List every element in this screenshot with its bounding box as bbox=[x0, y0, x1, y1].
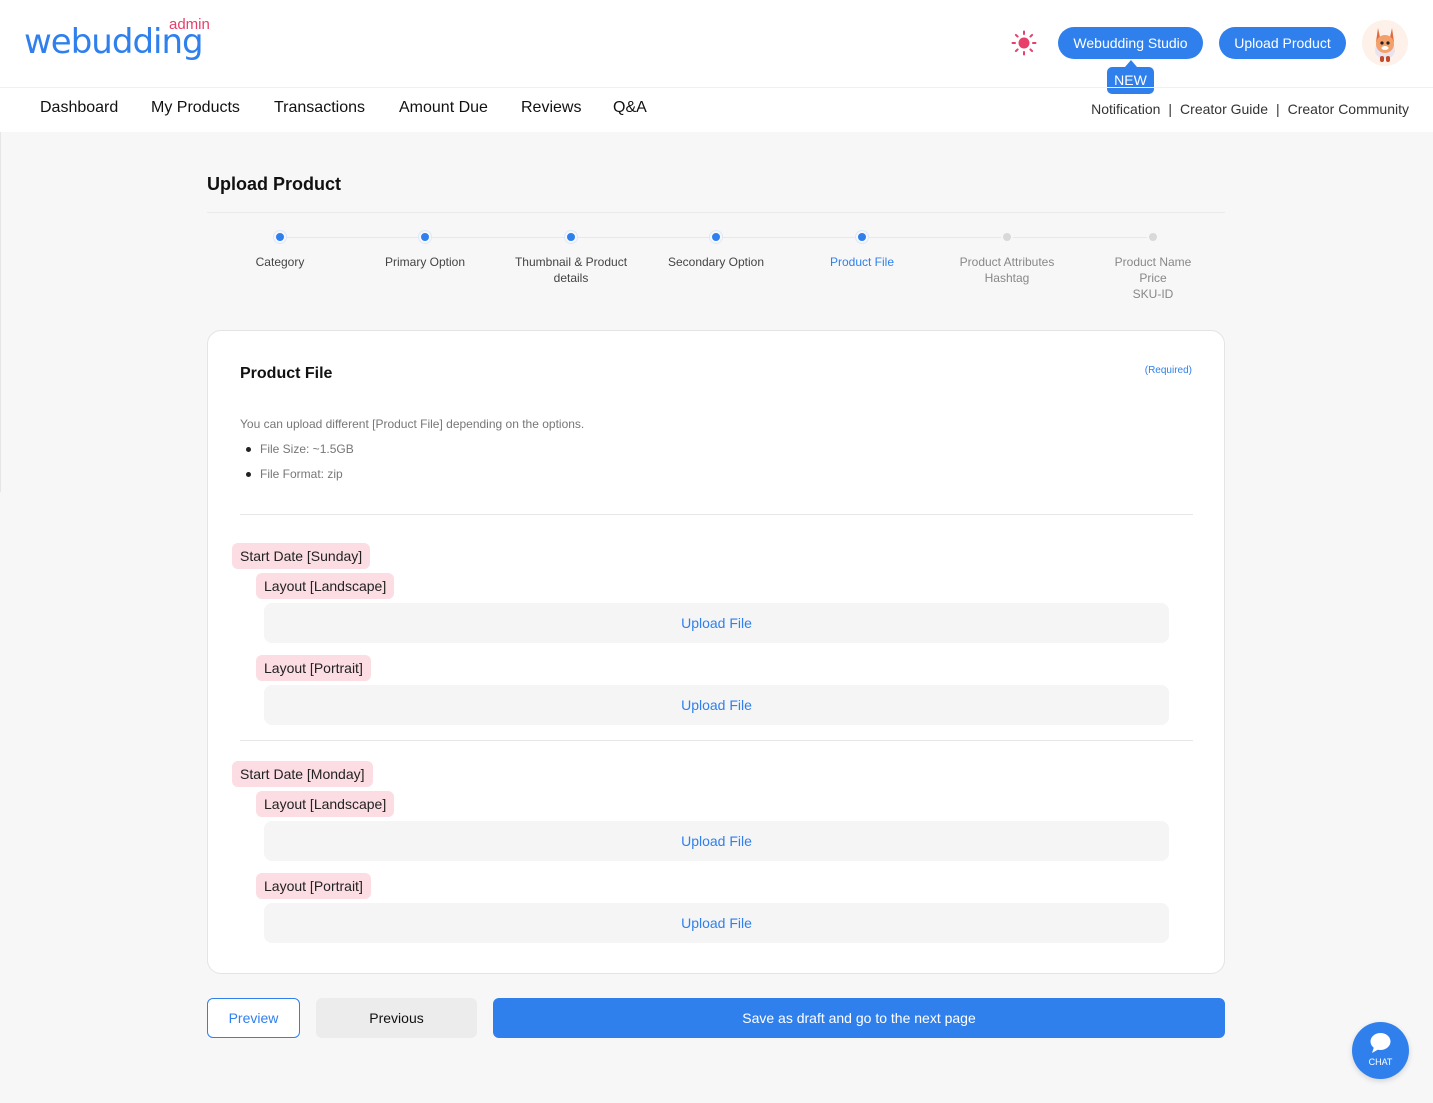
option-tag-start-date: Start Date [Monday] bbox=[232, 761, 373, 787]
section-divider bbox=[240, 740, 1193, 741]
page-left-border bbox=[0, 132, 1, 492]
chat-label: CHAT bbox=[1368, 1057, 1393, 1067]
upload-file-button[interactable]: Upload File bbox=[264, 903, 1169, 943]
bullet-text: File Format: zip bbox=[260, 467, 343, 481]
step-dot bbox=[274, 231, 286, 243]
previous-button[interactable]: Previous bbox=[316, 998, 477, 1038]
top-header: webudding admin Webudding Studio NEW Upl… bbox=[0, 0, 1433, 132]
page-title: Upload Product bbox=[207, 174, 341, 194]
step-category[interactable]: Category bbox=[215, 231, 345, 270]
card-title: Product File bbox=[240, 365, 333, 382]
option-tag-start-date: Start Date [Sunday] bbox=[232, 543, 371, 569]
step-label: Product File bbox=[829, 255, 895, 269]
title-divider bbox=[207, 212, 1225, 213]
upload-file-button[interactable]: Upload File bbox=[264, 821, 1169, 861]
step-dot bbox=[1147, 231, 1159, 243]
upload-file-button[interactable]: Upload File bbox=[264, 603, 1169, 643]
link-separator: | bbox=[1275, 101, 1280, 117]
option-tag-layout: Layout [Portrait] bbox=[256, 655, 371, 681]
creator-community-link[interactable]: Creator Community bbox=[1288, 101, 1409, 117]
step-label: Secondary Option bbox=[667, 255, 765, 269]
card-description: You can upload different [Product File] … bbox=[240, 417, 585, 431]
step-label: Product Attributes Hashtag bbox=[959, 255, 1055, 285]
logo-admin-label: admin bbox=[169, 16, 210, 33]
chat-bubble-icon bbox=[1370, 1033, 1391, 1053]
nav-item-qa[interactable]: Q&A bbox=[613, 97, 647, 119]
option-tag-layout: Layout [Portrait] bbox=[256, 873, 371, 899]
bullet-file-size: File Size: ~1.5GB bbox=[246, 442, 354, 456]
step-dot bbox=[710, 231, 722, 243]
step-product-name-price[interactable]: Product Name Price SKU-ID bbox=[1088, 231, 1218, 302]
upload-file-button[interactable]: Upload File bbox=[264, 685, 1169, 725]
notification-link[interactable]: Notification bbox=[1091, 101, 1160, 117]
link-separator: | bbox=[1168, 101, 1173, 117]
step-dot bbox=[419, 231, 431, 243]
bullet-file-format: File Format: zip bbox=[246, 467, 343, 481]
step-label: Primary Option bbox=[384, 255, 466, 269]
chat-button[interactable]: CHAT bbox=[1352, 1022, 1409, 1079]
step-secondary-option[interactable]: Secondary Option bbox=[651, 231, 781, 270]
nav-item-amount-due[interactable]: Amount Due bbox=[399, 97, 488, 119]
save-draft-next-button[interactable]: Save as draft and go to the next page bbox=[493, 998, 1225, 1038]
nav-item-reviews[interactable]: Reviews bbox=[521, 97, 581, 119]
step-dot bbox=[565, 231, 577, 243]
step-product-attributes[interactable]: Product Attributes Hashtag bbox=[942, 231, 1072, 286]
upload-product-button[interactable]: Upload Product bbox=[1219, 27, 1346, 59]
required-label: (Required) bbox=[1144, 365, 1192, 376]
new-badge: NEW bbox=[1107, 60, 1154, 94]
nav-item-transactions[interactable]: Transactions bbox=[274, 97, 365, 119]
option-tag-layout: Layout [Landscape] bbox=[256, 791, 395, 817]
nav-item-my-products[interactable]: My Products bbox=[151, 97, 240, 119]
nav-item-dashboard[interactable]: Dashboard bbox=[40, 97, 118, 119]
sun-icon[interactable] bbox=[1011, 30, 1037, 56]
webudding-studio-button[interactable]: Webudding Studio bbox=[1058, 27, 1203, 59]
step-dot bbox=[1001, 231, 1013, 243]
preview-button[interactable]: Preview bbox=[207, 998, 300, 1038]
step-thumbnail-details[interactable]: Thumbnail & Product details bbox=[506, 231, 636, 286]
utility-links: Notification | Creator Guide | Creator Commu… bbox=[1091, 99, 1409, 119]
step-label: Thumbnail & Product details bbox=[514, 255, 628, 285]
logo[interactable]: webudding admin bbox=[24, 16, 224, 64]
step-product-file[interactable]: Product File bbox=[797, 231, 927, 270]
bullet-text: File Size: ~1.5GB bbox=[260, 442, 354, 456]
creator-guide-link[interactable]: Creator Guide bbox=[1180, 101, 1268, 117]
product-file-card: Product File (Required) You can upload d… bbox=[207, 330, 1225, 974]
section-divider bbox=[240, 514, 1193, 515]
step-primary-option[interactable]: Primary Option bbox=[360, 231, 490, 270]
step-dot bbox=[856, 231, 868, 243]
step-label: Product Name Price SKU-ID bbox=[1114, 255, 1192, 301]
step-label: Category bbox=[255, 255, 305, 269]
avatar-icon[interactable] bbox=[1362, 20, 1408, 66]
option-tag-layout: Layout [Landscape] bbox=[256, 573, 395, 599]
header-divider bbox=[0, 87, 1433, 88]
